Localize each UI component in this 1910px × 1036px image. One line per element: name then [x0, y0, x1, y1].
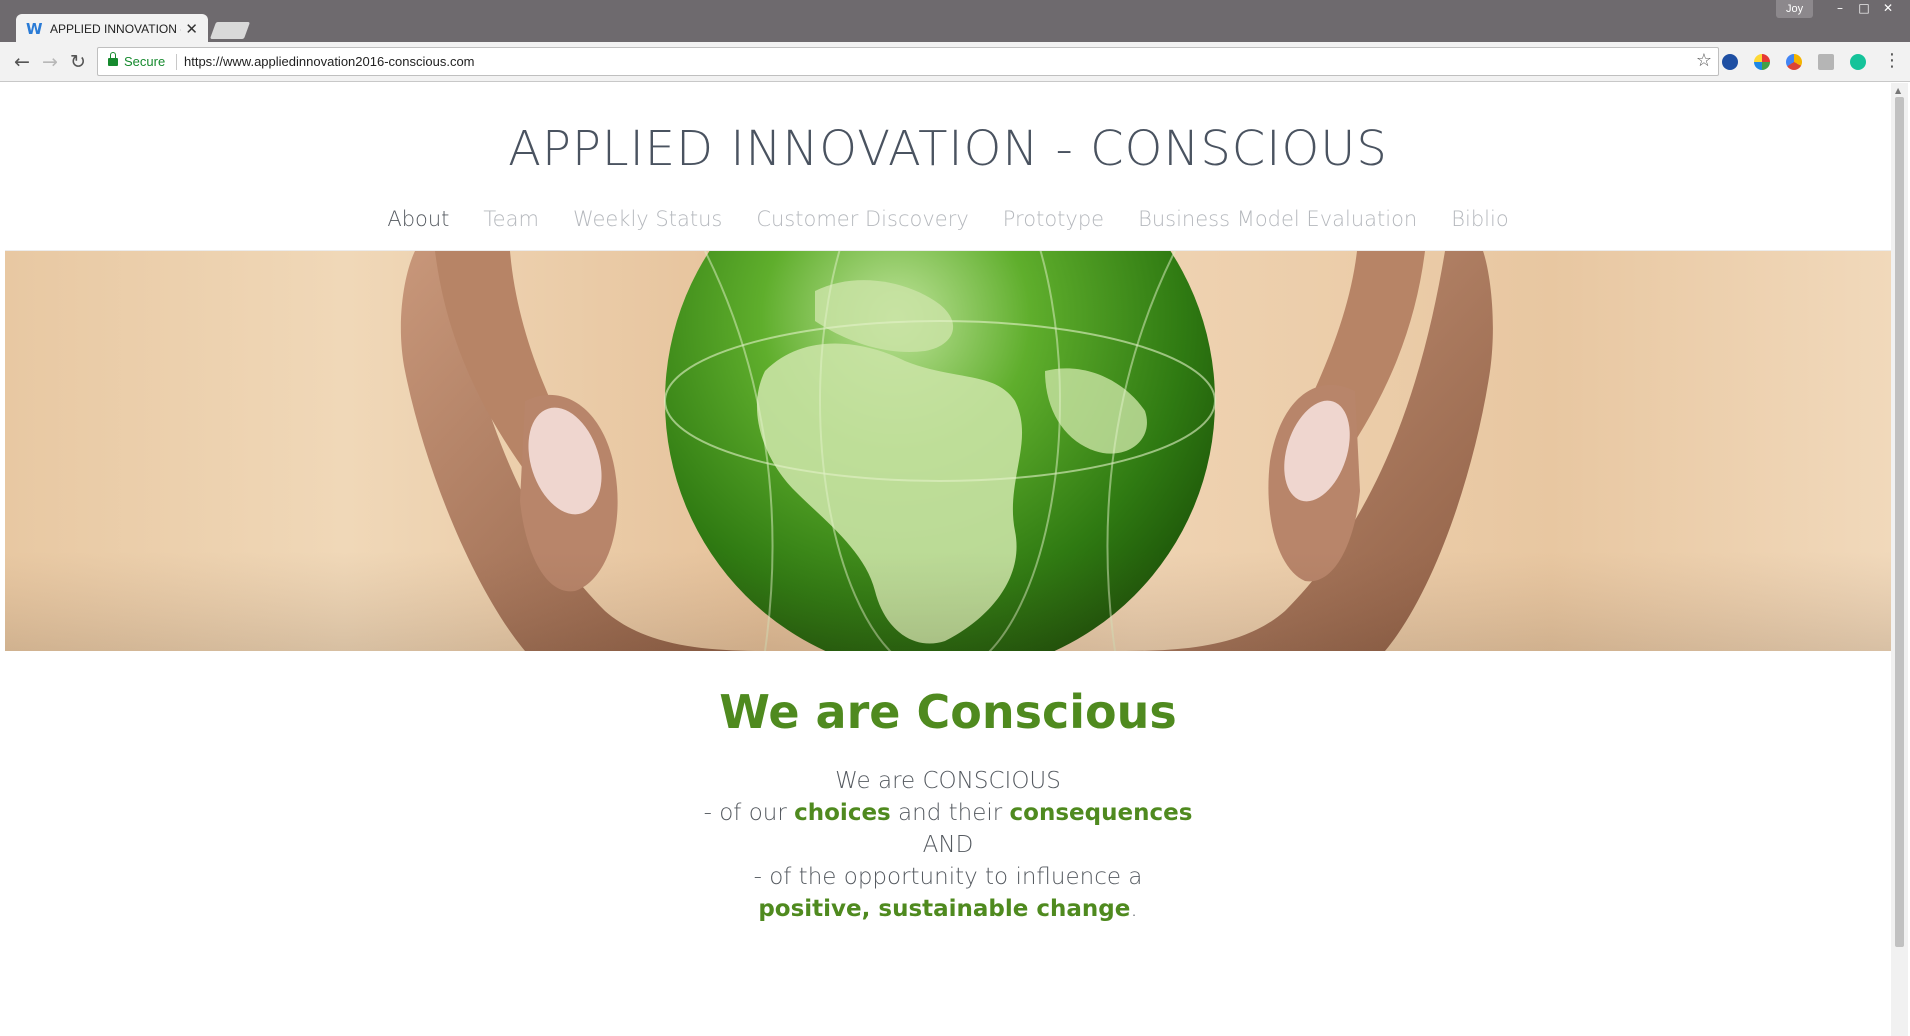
- highlight-choices: choices: [794, 800, 891, 826]
- minimize-icon[interactable]: –: [1828, 0, 1852, 18]
- site-title[interactable]: APPLIED INNOVATION - CONSCIOUS: [5, 121, 1891, 177]
- browser-toolbar: ← → ↻ Secure https://www.appliedinnovati…: [0, 42, 1910, 82]
- browser-titlebar: W APPLIED INNOVATION - C ✕ Joy – □ ✕: [0, 0, 1910, 44]
- site-favicon-icon: W: [26, 20, 43, 38]
- mission-statement: We are CONSCIOUS - of our choices and th…: [5, 765, 1891, 925]
- nav-item-prototype[interactable]: Prototype: [1003, 207, 1104, 231]
- mission-line-5-end: .: [1130, 896, 1138, 922]
- url-text[interactable]: https://www.appliedinnovation2016-consci…: [184, 54, 475, 69]
- mission-line-2-text: - of our: [703, 800, 795, 826]
- browser-menu-icon[interactable]: ⋮: [1883, 50, 1901, 71]
- new-tab-button[interactable]: [209, 22, 251, 39]
- lock-icon: [108, 52, 118, 66]
- mission-line-1: We are CONSCIOUS: [835, 768, 1061, 794]
- hero-image: [5, 251, 1891, 651]
- extension-color-icon[interactable]: [1754, 54, 1770, 70]
- extension-grey-icon[interactable]: [1818, 54, 1834, 70]
- address-separator: [176, 54, 177, 70]
- address-bar[interactable]: Secure https://www.appliedinnovation2016…: [97, 47, 1719, 76]
- window-controls: – □ ✕: [1828, 0, 1900, 18]
- reload-icon[interactable]: ↻: [66, 50, 90, 74]
- highlight-consequences: consequences: [1009, 800, 1193, 826]
- grammarly-icon[interactable]: [1850, 54, 1866, 70]
- nav-item-about[interactable]: About: [387, 207, 449, 231]
- web-page: APPLIED INNOVATION - CONSCIOUS About Tea…: [5, 83, 1891, 1036]
- nav-item-business-model-evaluation[interactable]: Business Model Evaluation: [1138, 207, 1417, 231]
- profile-button[interactable]: Joy: [1776, 0, 1814, 18]
- nav-item-biblio[interactable]: Biblio: [1451, 207, 1508, 231]
- scroll-up-icon[interactable]: ▲: [1895, 86, 1901, 95]
- maximize-icon[interactable]: □: [1852, 0, 1876, 18]
- scrollbar-thumb[interactable]: [1895, 97, 1904, 947]
- extension-compass-icon[interactable]: [1722, 54, 1738, 70]
- page-scrollbar[interactable]: ▲: [1891, 83, 1908, 1036]
- extension-palette-icon[interactable]: [1786, 54, 1802, 70]
- headline: We are Conscious: [719, 685, 1177, 739]
- mission-line-2: - of our choices and their consequences: [5, 797, 1891, 829]
- mission-line-5: positive, sustainable change.: [5, 893, 1891, 925]
- highlight-positive-change: positive, sustainable change: [758, 896, 1131, 922]
- nav-item-customer-discovery[interactable]: Customer Discovery: [756, 207, 968, 231]
- back-arrow-icon[interactable]: ←: [10, 50, 34, 74]
- bookmark-star-icon[interactable]: ☆: [1696, 50, 1712, 71]
- mission-line-2-mid: and their: [890, 800, 1010, 826]
- nav-item-weekly-status[interactable]: Weekly Status: [573, 207, 722, 231]
- tab-close-icon[interactable]: ✕: [185, 20, 198, 38]
- mission-line-4: - of the opportunity to influence a: [753, 864, 1143, 890]
- forward-arrow-icon[interactable]: →: [38, 50, 62, 74]
- tab-title: APPLIED INNOVATION - C: [50, 22, 181, 36]
- close-window-icon[interactable]: ✕: [1876, 0, 1900, 18]
- globe-in-hands-illustration: [5, 251, 1891, 651]
- browser-tab[interactable]: W APPLIED INNOVATION - C ✕: [16, 14, 208, 44]
- nav-item-team[interactable]: Team: [483, 207, 539, 231]
- site-nav: About Team Weekly Status Customer Discov…: [5, 207, 1891, 231]
- mission-line-3: AND: [922, 832, 974, 858]
- secure-label: Secure: [124, 54, 166, 69]
